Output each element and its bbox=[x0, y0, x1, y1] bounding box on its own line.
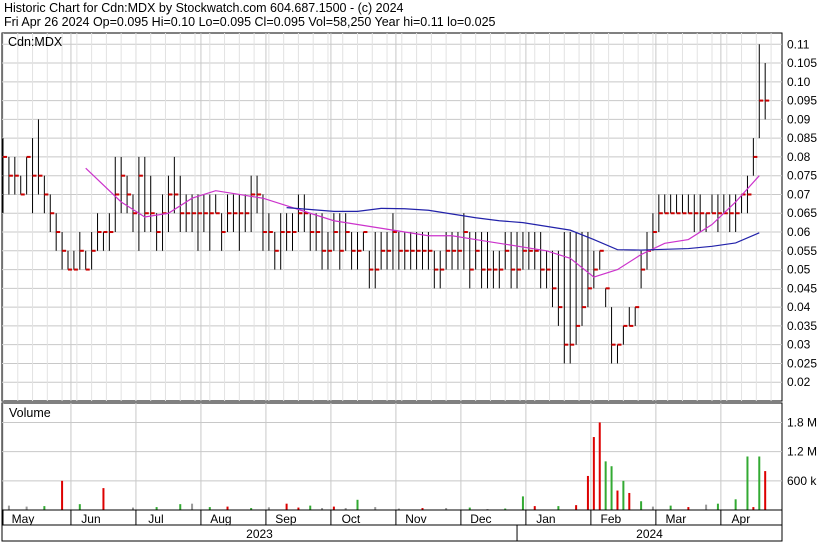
price-panel: 0.11 0.105 0.10 0.095 0.09 0.085 0.08 0.075 0.07… bbox=[1, 32, 817, 402]
volume-bar bbox=[43, 506, 46, 510]
volume-bar bbox=[533, 506, 536, 510]
volume-bar bbox=[669, 505, 672, 510]
volume-bar bbox=[640, 501, 643, 510]
volume-bar bbox=[78, 504, 81, 510]
volume-panel: 1.8 M 1.2 M 600 k bbox=[1, 402, 817, 511]
volume-bar bbox=[586, 475, 589, 510]
price-tick-label: 0.10 bbox=[787, 75, 811, 89]
price-tick-label: 0.03 bbox=[787, 338, 811, 352]
volume-bar bbox=[592, 437, 595, 510]
volume-bar bbox=[651, 506, 654, 510]
volume-bar bbox=[598, 422, 601, 510]
volume-bar bbox=[604, 461, 607, 510]
price-tick-label: 0.075 bbox=[787, 169, 817, 183]
month-label: Aug bbox=[210, 512, 231, 526]
price-tick-label: 0.105 bbox=[787, 56, 817, 70]
volume-bar bbox=[179, 504, 182, 510]
price-tick-label: 0.085 bbox=[787, 131, 817, 145]
price-tick-label: 0.095 bbox=[787, 94, 817, 108]
price-tick-label: 0.035 bbox=[787, 319, 817, 333]
stock-chart: 0.11 0.105 0.10 0.095 0.09 0.085 0.08 0.075 0.07… bbox=[1, 32, 817, 542]
volume-bar bbox=[734, 499, 737, 510]
price-tick-label: 0.07 bbox=[787, 187, 811, 201]
volume-tick-label: 1.2 M bbox=[787, 445, 817, 459]
volume-bar bbox=[622, 480, 625, 510]
volume-bar bbox=[616, 490, 619, 510]
volume-bar bbox=[705, 504, 708, 510]
month-label: Jul bbox=[148, 512, 163, 526]
volume-frame bbox=[1, 402, 783, 511]
month-label: Apr bbox=[732, 512, 751, 526]
volume-bar bbox=[758, 456, 761, 510]
year-label: 2024 bbox=[636, 527, 663, 541]
price-tick-label: 0.045 bbox=[787, 281, 817, 295]
price-tick-label: 0.025 bbox=[787, 356, 817, 370]
volume-label: Volume bbox=[9, 406, 51, 420]
volume-bar bbox=[356, 499, 359, 510]
price-tick-label: 0.055 bbox=[787, 244, 817, 258]
chart-symbol-label: Cdn:MDX bbox=[8, 35, 63, 49]
date-axis: May Jun Jul Aug Sep Oct Nov Dec Jan Feb Mar Apr 2023… bbox=[1, 509, 783, 542]
volume-bar bbox=[226, 506, 229, 510]
volume-bar bbox=[309, 505, 312, 510]
price-tick-label: 0.02 bbox=[787, 375, 811, 389]
volume-bar bbox=[716, 503, 719, 510]
volume-bar bbox=[61, 480, 64, 510]
volume-bar bbox=[557, 506, 560, 510]
month-label: Oct bbox=[342, 512, 361, 526]
month-label: Dec bbox=[470, 512, 491, 526]
volume-bar bbox=[7, 505, 10, 510]
volume-bar bbox=[628, 492, 631, 510]
price-frame bbox=[1, 32, 783, 402]
volume-bar bbox=[102, 488, 105, 510]
price-tick-label: 0.09 bbox=[787, 112, 811, 126]
volume-bar bbox=[285, 503, 288, 510]
price-tick-label: 0.08 bbox=[787, 150, 811, 164]
month-label: Feb bbox=[601, 512, 622, 526]
month-label: Sep bbox=[275, 512, 297, 526]
year-label: 2023 bbox=[246, 527, 273, 541]
volume-bar bbox=[25, 506, 28, 510]
month-label: Mar bbox=[666, 512, 687, 526]
volume-tick-label: 600 k bbox=[787, 474, 817, 488]
month-label: Jun bbox=[81, 512, 100, 526]
month-label: Nov bbox=[405, 512, 426, 526]
volume-bar bbox=[764, 471, 767, 510]
volume-bar bbox=[191, 503, 194, 510]
volume-bar bbox=[332, 506, 335, 510]
volume-bar bbox=[575, 505, 578, 510]
volume-bar bbox=[610, 466, 613, 510]
price-tick-label: 0.06 bbox=[787, 225, 811, 239]
month-label: Jan bbox=[536, 512, 555, 526]
month-label: May bbox=[12, 512, 35, 526]
price-tick-label: 0.11 bbox=[787, 37, 810, 51]
price-tick-label: 0.05 bbox=[787, 263, 811, 277]
price-tick-label: 0.065 bbox=[787, 206, 817, 220]
volume-tick-label: 1.8 M bbox=[787, 415, 817, 429]
volume-bar bbox=[746, 456, 749, 510]
volume-bar bbox=[521, 496, 524, 510]
price-tick-label: 0.04 bbox=[787, 300, 811, 314]
